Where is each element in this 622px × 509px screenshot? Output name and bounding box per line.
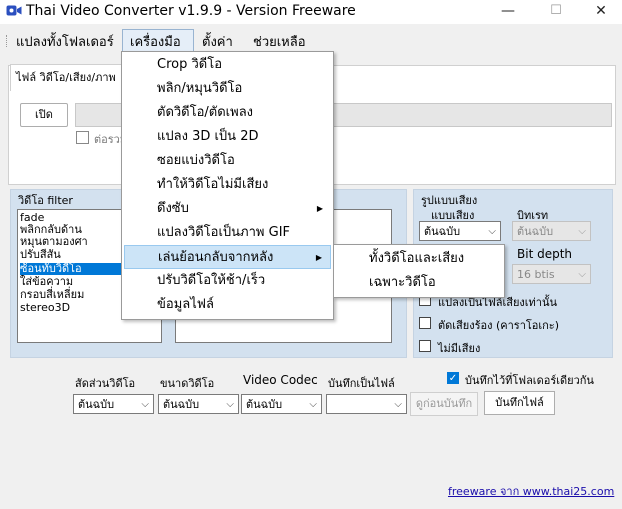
bit-depth-value: 16 btis [517, 268, 555, 281]
vocal-remove-checkbox[interactable] [419, 317, 431, 329]
tab-file-label: ไฟล์ วิดีโอ/เสียง/ภาพ [16, 71, 116, 84]
no-audio-checkbox[interactable] [419, 340, 431, 352]
audio-mode-value: ต้นฉบับ [424, 225, 461, 238]
triangle-right-icon: ▶ [315, 253, 322, 262]
aspect-ratio-label: สัดส่วนวิดีโอ [75, 377, 136, 390]
video-size-select[interactable]: ต้นฉบับ ⌵ [158, 394, 239, 414]
menu-item-reverse[interactable]: เล่นย้อนกลับจากหลัง ▶ [124, 245, 331, 269]
menu-item-flip-rotate[interactable]: พลิก/หมุนวิดีโอ [122, 77, 331, 101]
aspect-ratio-value: ต้นฉบับ [78, 398, 115, 411]
menu-help[interactable]: ช่วยเหลือ [253, 31, 306, 52]
menu-item-cut[interactable]: ตัดวิดีโอ/ตัดเพลง [122, 101, 331, 125]
same-folder-checkbox[interactable]: ✓ [447, 372, 459, 384]
chevron-down-icon: ⌵ [578, 269, 586, 280]
chevron-down-icon: ⌵ [394, 399, 402, 410]
chevron-down-icon: ⌵ [578, 226, 586, 237]
menu-item-to-gif[interactable]: แปลงวิดีโอเป็นภาพ GIF [122, 221, 331, 245]
video-codec-label: Video Codec [243, 373, 318, 387]
merge-checkbox[interactable] [76, 131, 89, 144]
maximize-button[interactable]: ☐ [533, 0, 579, 24]
menu-convert-folder[interactable]: แปลงทั้งโฟลเดอร์ [16, 31, 114, 52]
triangle-right-icon: ▶ [316, 204, 323, 213]
chevron-down-icon: ⌵ [141, 399, 149, 410]
tools-menu-dropdown: Crop วิดีโอ พลิก/หมุนวิดีโอ ตัดวิดีโอ/ตั… [121, 51, 334, 320]
aspect-ratio-select[interactable]: ต้นฉบับ ⌵ [73, 394, 154, 414]
chevron-down-icon: ⌵ [226, 399, 234, 410]
open-file-button[interactable]: เปิด [20, 103, 68, 127]
menu-item-split[interactable]: ซอยแบ่งวิดีโอ [122, 149, 331, 173]
menu-settings[interactable]: ตั้งค่า [202, 31, 233, 52]
chevron-down-icon: ⌵ [488, 226, 496, 237]
save-as-label: บันทึกเป็นไฟล์ [328, 377, 395, 390]
menu-item-extract-subtitle[interactable]: ดึงซับ ▶ [122, 197, 331, 221]
audio-mode-select[interactable]: ต้นฉบับ ⌵ [419, 221, 501, 241]
menu-item-file-info[interactable]: ข้อมูลไฟล์ [122, 293, 331, 317]
menu-item-mute[interactable]: ทำให้วิดีโอไม่มีเสียง [122, 173, 331, 197]
submenu-item-video-only[interactable]: เฉพาะวิดีโอ [334, 271, 502, 295]
close-button[interactable]: ✕ [578, 0, 622, 24]
menu-tools[interactable]: เครื่องมือ [130, 31, 181, 52]
window-title: Thai Video Converter v1.9.9 - Version Fr… [26, 3, 356, 19]
bit-depth-select[interactable]: 16 btis ⌵ [512, 264, 591, 284]
chevron-down-icon: ⌵ [309, 399, 317, 410]
menu-item-3d-to-2d[interactable]: แปลง 3D เป็น 2D [122, 125, 331, 149]
reverse-submenu: ทั้งวิดีโอและเสียง เฉพาะวิดีโอ [333, 244, 505, 298]
video-codec-select[interactable]: ต้นฉบับ ⌵ [241, 394, 322, 414]
video-filter-title: วิดีโอ filter [18, 194, 73, 207]
menu-item-speed[interactable]: ปรับวิดีโอให้ช้า/เร็ว [122, 269, 331, 293]
same-folder-label: บันทึกไว้ที่โฟลเดอร์เดียวกัน [465, 374, 594, 387]
save-as-select[interactable]: ⌵ [326, 394, 407, 414]
minimize-button[interactable]: — [485, 0, 531, 24]
no-audio-label: ไม่มีเสียง [438, 342, 481, 355]
save-file-button[interactable]: บันทึกไฟล์ [484, 391, 555, 415]
video-codec-value: ต้นฉบับ [246, 398, 283, 411]
audio-bitrate-value: ต้นฉบับ [517, 225, 554, 238]
video-camera-icon [6, 5, 22, 16]
audio-bitrate-select[interactable]: ต้นฉบับ ⌵ [512, 221, 591, 241]
video-size-label: ขนาดวิดีโอ [160, 377, 215, 390]
menubar-grip [6, 35, 9, 47]
vocal-remove-label: ตัดเสียงร้อง (คาราโอเกะ) [438, 319, 560, 332]
bit-depth-label: Bit depth [517, 247, 573, 261]
video-size-value: ต้นฉบับ [163, 398, 200, 411]
preview-button[interactable]: ดูก่อนบันทึก [410, 392, 478, 416]
website-link[interactable]: freeware จาก www.thai25.com [448, 482, 614, 500]
submenu-item-video-and-audio[interactable]: ทั้งวิดีโอและเสียง [334, 247, 502, 271]
menu-item-crop[interactable]: Crop วิดีโอ [122, 53, 331, 77]
